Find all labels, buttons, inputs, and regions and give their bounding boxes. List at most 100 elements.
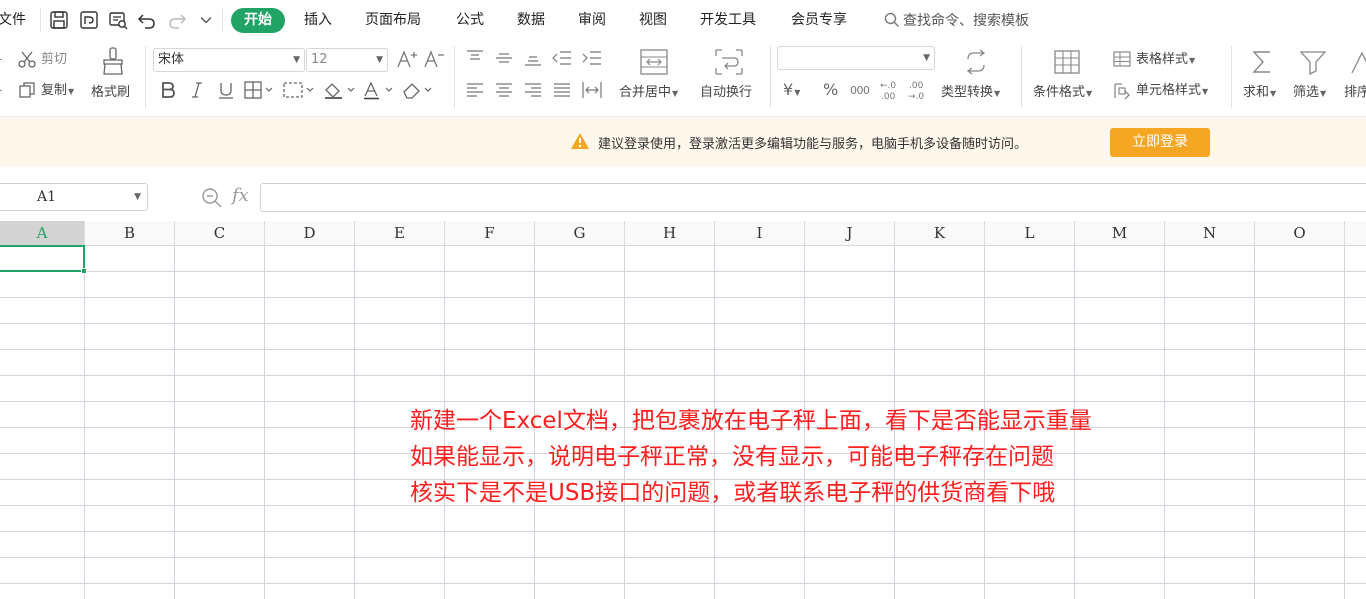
tab-insert[interactable]: 插入 [304,10,332,30]
undo-icon[interactable] [136,9,158,31]
sort-button[interactable]: 排序 [1344,84,1366,102]
table-style-button[interactable]: 表格样式▼ [1136,51,1195,70]
format-painter-icon[interactable] [99,46,127,76]
column-header-k[interactable]: K [895,221,985,246]
column-gridline [84,246,85,599]
tab-home[interactable]: 开始 [231,8,285,33]
cell-style-icon[interactable] [1112,81,1132,101]
type-convert-icon[interactable] [962,49,990,75]
column-header-d[interactable]: D [265,221,355,246]
thousands-separator-button[interactable]: 000 [850,82,870,100]
font-name-select[interactable]: 宋体 ▼ [153,48,305,72]
cut-icon[interactable] [17,49,37,69]
auto-wrap-button[interactable]: 自动换行 [700,84,752,102]
distributed-icon[interactable] [581,80,603,100]
selected-cell[interactable] [0,245,85,272]
save-icon[interactable] [48,9,70,31]
column-header-c[interactable]: C [175,221,265,246]
fill-color-icon[interactable] [322,80,358,100]
tab-page-layout[interactable]: 页面布局 [365,10,421,30]
cut-button[interactable]: 剪切 [41,51,67,69]
decrease-font-icon[interactable] [423,49,445,69]
percent-button[interactable]: % [823,81,838,99]
login-button[interactable]: 立即登录 [1110,128,1210,157]
align-center-icon[interactable] [494,81,514,99]
fill-handle[interactable] [81,268,87,274]
currency-button[interactable]: ¥▼ [783,81,800,102]
font-color-icon[interactable] [362,80,396,100]
column-header-e[interactable]: E [355,221,445,246]
column-header-g[interactable]: G [535,221,625,246]
function-icon[interactable]: fx [232,185,249,206]
spreadsheet-grid: ABCDEFGHIJKLMNO 新建一个Excel文档，把包裹放在电子秤上面，看… [0,221,1366,599]
bold-icon[interactable] [159,80,177,100]
justify-icon[interactable] [552,81,572,99]
sum-button[interactable]: 求和▼ [1243,84,1276,103]
merge-center-icon[interactable] [639,48,669,76]
increase-decimal-icon[interactable]: ←.0.00 [878,78,902,102]
column-header-f[interactable]: F [445,221,535,246]
tab-formulas[interactable]: 公式 [456,10,484,30]
font-size-select[interactable]: 12 ▼ [306,48,388,72]
command-search[interactable]: 查找命令、搜索模板 [884,10,1029,30]
search-icon [884,12,899,27]
decrease-decimal-icon[interactable]: .00 →.0 [906,78,930,102]
export-icon[interactable] [78,9,100,31]
column-gridline [174,246,175,599]
align-middle-icon[interactable] [494,49,514,67]
column-header-l[interactable]: L [985,221,1075,246]
underline-icon[interactable] [216,80,236,100]
column-gridline [354,246,355,599]
tab-developer[interactable]: 开发工具 [700,10,756,30]
tab-review[interactable]: 审阅 [578,10,606,30]
align-top-icon[interactable] [465,49,485,67]
italic-icon[interactable] [188,80,206,100]
column-header-m[interactable]: M [1075,221,1165,246]
filter-button[interactable]: 筛选▼ [1293,84,1326,103]
menu-file[interactable]: 文件 [0,10,26,30]
align-right-icon[interactable] [523,81,543,99]
divider [222,8,223,32]
name-box[interactable]: A1 ▼ [0,183,148,211]
fill-pattern-icon[interactable] [282,80,316,100]
menu-bar: 文件 开始 插入 页面布局 公式 数据 审阅 视图 开发工具 会员专享 查找命令… [0,0,1366,40]
tab-view[interactable]: 视图 [639,10,667,30]
formula-input[interactable] [260,183,1366,212]
align-left-icon[interactable] [465,81,485,99]
type-convert-button[interactable]: 类型转换▼ [941,84,1000,103]
merge-center-button[interactable]: 合并居中▼ [619,84,678,103]
sum-icon[interactable] [1250,49,1276,75]
format-painter-button[interactable]: 格式刷 [91,84,130,102]
more-down-icon[interactable] [197,9,215,31]
increase-indent-icon[interactable] [581,49,603,67]
number-format-select[interactable]: ▼ [777,46,935,70]
auto-wrap-icon[interactable] [714,48,744,76]
column-header-h[interactable]: H [625,221,715,246]
redo-icon[interactable] [166,9,188,31]
divider [1021,46,1022,108]
copy-button[interactable]: 复制▼ [41,82,74,101]
print-preview-icon[interactable] [107,9,129,31]
conditional-format-icon[interactable] [1053,49,1081,75]
sort-icon[interactable] [1350,49,1366,75]
cell-area[interactable]: 新建一个Excel文档，把包裹放在电子秤上面，看下是否能显示重量 如果能显示，说… [0,245,1366,599]
column-header-b[interactable]: B [85,221,175,246]
conditional-format-button[interactable]: 条件格式▼ [1033,84,1092,103]
copy-icon[interactable] [17,80,37,100]
table-style-icon[interactable] [1112,50,1132,68]
filter-icon[interactable] [1299,49,1327,75]
increase-font-icon[interactable] [396,49,418,69]
column-header-n[interactable]: N [1165,221,1255,246]
tab-member[interactable]: 会员专享 [791,10,847,30]
cell-style-button[interactable]: 单元格样式▼ [1136,82,1208,101]
column-header-i[interactable]: I [715,221,805,246]
zoom-icon[interactable] [201,187,223,213]
tab-data[interactable]: 数据 [517,10,545,30]
borders-icon[interactable] [243,80,275,100]
column-header-a[interactable]: A [0,221,85,246]
decrease-indent-icon[interactable] [551,49,573,67]
column-header-o[interactable]: O [1255,221,1345,246]
column-header-j[interactable]: J [805,221,895,246]
align-bottom-icon[interactable] [523,49,543,67]
clear-format-icon[interactable] [400,80,434,100]
